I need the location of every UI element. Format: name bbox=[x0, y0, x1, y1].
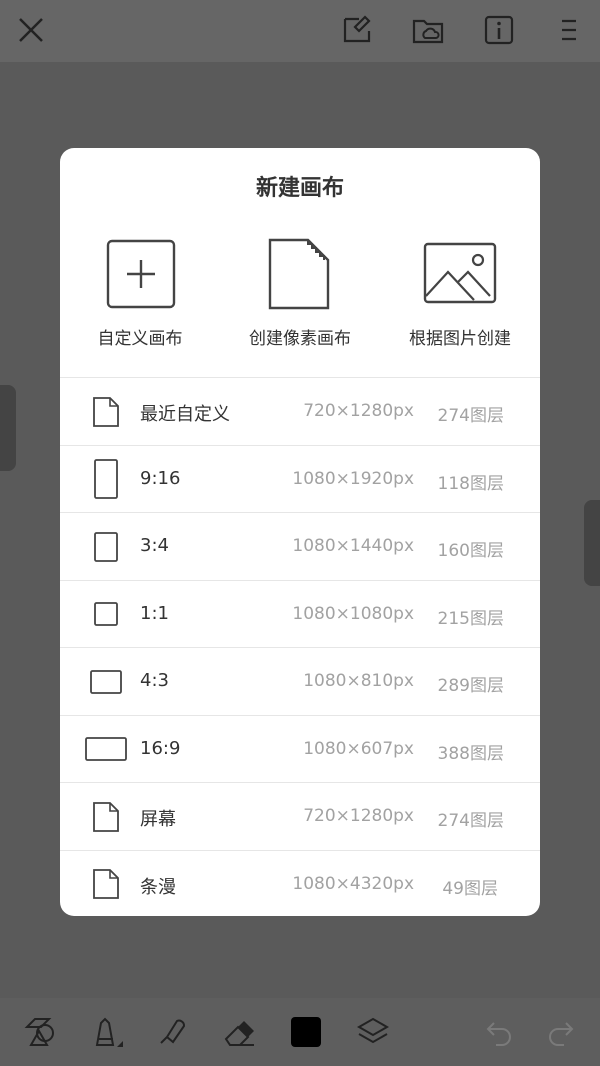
document-icon bbox=[84, 378, 128, 445]
preset-name: 4:3 bbox=[140, 670, 169, 691]
ratio-9-16-icon bbox=[84, 446, 128, 513]
preset-name: 16:9 bbox=[140, 737, 181, 759]
undo-icon[interactable] bbox=[479, 1012, 519, 1052]
preset-layers: 215图层 bbox=[437, 608, 504, 629]
preset-size: 1080×4320px bbox=[292, 873, 414, 894]
preset-row-16-9[interactable]: 16:9 1080×607px 388图层 bbox=[60, 714, 540, 783]
preset-row-9-16[interactable]: 9:16 1080×1920px 118图层 bbox=[60, 444, 540, 513]
pixel-canvas-label: 创建像素画布 bbox=[249, 329, 351, 349]
preset-size: 1080×607px bbox=[303, 738, 414, 759]
redo-icon[interactable] bbox=[541, 1012, 581, 1052]
dialog-title: 新建画布 bbox=[255, 176, 344, 201]
preset-name: 9:16 bbox=[140, 467, 181, 489]
preset-row-4-3[interactable]: 4:3 1080×810px 289图层 bbox=[60, 647, 540, 715]
image-canvas-label: 根据图片创建 bbox=[409, 329, 511, 349]
close-icon[interactable] bbox=[13, 12, 49, 48]
ratio-16-9-icon bbox=[84, 716, 128, 783]
pencil-icon[interactable] bbox=[86, 1012, 126, 1052]
preset-size: 1080×1080px bbox=[292, 603, 414, 624]
document-icon bbox=[84, 851, 128, 917]
cloud-folder-icon[interactable] bbox=[410, 12, 446, 48]
preset-row-webtoon[interactable]: 条漫 1080×4320px 49图层 bbox=[60, 849, 540, 917]
preset-layers: 118图层 bbox=[437, 473, 504, 494]
shapes-icon[interactable] bbox=[20, 1012, 60, 1052]
opacity-slider-handle[interactable] bbox=[584, 500, 600, 586]
document-icon bbox=[84, 783, 128, 850]
preset-row-3-4[interactable]: 3:4 1080×1440px 160图层 bbox=[60, 512, 540, 580]
preset-row-1-1[interactable]: 1:1 1080×1080px 215图层 bbox=[60, 579, 540, 648]
preset-size: 1080×1920px bbox=[292, 468, 414, 489]
custom-canvas-button[interactable]: 自定义画布 bbox=[60, 236, 220, 356]
layers-icon[interactable] bbox=[353, 1012, 393, 1052]
preset-size: 1080×1440px bbox=[292, 536, 414, 556]
preset-layers: 160图层 bbox=[437, 541, 504, 561]
preset-name: 3:4 bbox=[140, 535, 169, 556]
pixel-canvas-button[interactable]: 创建像素画布 bbox=[220, 236, 380, 356]
preset-layers: 289图层 bbox=[437, 676, 504, 696]
preset-size: 720×1280px bbox=[303, 401, 414, 421]
image-canvas-button[interactable]: 根据图片创建 bbox=[380, 236, 540, 356]
image-icon bbox=[423, 242, 497, 304]
preset-layers: 49图层 bbox=[442, 878, 498, 899]
custom-canvas-label: 自定义画布 bbox=[97, 329, 183, 349]
ratio-1-1-icon bbox=[84, 581, 128, 648]
preset-name: 条漫 bbox=[140, 876, 176, 898]
info-icon[interactable] bbox=[481, 12, 517, 48]
brush-size-slider-handle[interactable] bbox=[0, 385, 16, 471]
plus-square-icon bbox=[106, 239, 176, 309]
smudge-icon[interactable] bbox=[152, 1012, 192, 1052]
new-canvas-dialog: 新建画布 自定义画布 创建像素画布 根据图片创建 最近自定义 720×1280p… bbox=[60, 148, 540, 916]
bottom-toolbar bbox=[0, 998, 600, 1066]
preset-layers: 274图层 bbox=[437, 406, 504, 426]
preset-name: 1:1 bbox=[140, 602, 169, 624]
pixel-document-icon bbox=[268, 238, 330, 310]
preset-size: 1080×810px bbox=[303, 671, 414, 691]
top-toolbar bbox=[0, 0, 600, 62]
preset-layers: 274图层 bbox=[437, 811, 504, 831]
preset-row-screen[interactable]: 屏幕 720×1280px 274图层 bbox=[60, 782, 540, 850]
preset-name: 屏幕 bbox=[140, 809, 176, 830]
ratio-4-3-icon bbox=[84, 648, 128, 715]
preset-list: 最近自定义 720×1280px 274图层 9:16 1080×1920px … bbox=[60, 377, 540, 916]
eraser-icon[interactable] bbox=[219, 1012, 259, 1052]
preset-layers: 388图层 bbox=[437, 743, 504, 764]
preset-row-recent-custom[interactable]: 最近自定义 720×1280px 274图层 bbox=[60, 377, 540, 445]
color-swatch-icon[interactable] bbox=[286, 1012, 326, 1052]
canvas-edit-icon[interactable] bbox=[340, 12, 376, 48]
preset-name: 最近自定义 bbox=[140, 404, 230, 425]
ratio-3-4-icon bbox=[84, 513, 128, 580]
menu-icon[interactable] bbox=[551, 12, 587, 48]
preset-size: 720×1280px bbox=[303, 806, 414, 826]
